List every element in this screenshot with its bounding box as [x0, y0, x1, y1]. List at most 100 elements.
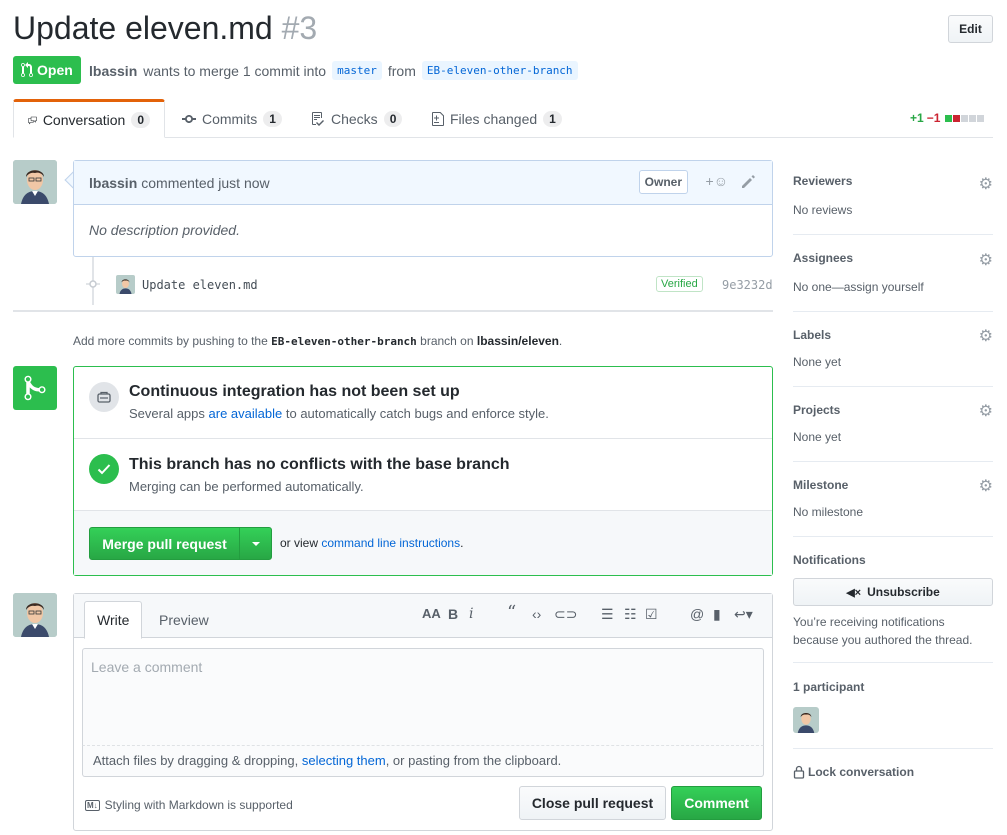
gear-icon[interactable]: ⚙ [979, 476, 993, 496]
apps-available-link[interactable]: are available [209, 406, 283, 421]
reply-icon[interactable]: ↩▾ [734, 606, 753, 623]
bold-icon[interactable]: B [448, 606, 458, 622]
select-files-link[interactable]: selecting them [302, 753, 386, 768]
tab-preview[interactable]: Preview [147, 601, 221, 639]
milestone-label: Milestone [793, 478, 849, 492]
push-hint-suffix: . [558, 334, 563, 348]
pr-meta: lbassin wants to merge 1 commit into mas… [89, 61, 578, 80]
conflict-section: This branch has no conflicts with the ba… [74, 439, 772, 511]
verified-badge[interactable]: Verified [656, 276, 703, 292]
sidebar-reviewers[interactable]: Reviewers ⚙ No reviews [793, 160, 993, 235]
italic-icon[interactable]: i [469, 606, 473, 622]
file-diff-icon [432, 111, 444, 126]
gear-icon[interactable]: ⚙ [979, 326, 993, 346]
text-size-icon[interactable]: AA [422, 606, 441, 621]
merge-text: wants to merge 1 commit into [143, 62, 327, 79]
tab-conversation[interactable]: Conversation 0 [13, 99, 165, 138]
base-branch[interactable]: master [332, 61, 382, 80]
participant-avatar[interactable] [793, 707, 819, 733]
mention-icon[interactable]: @ [690, 606, 704, 622]
lock-conversation-link[interactable]: Lock conversation [793, 765, 914, 779]
merge-options-dropdown[interactable] [240, 528, 271, 559]
gear-icon[interactable]: ⚙ [979, 250, 993, 270]
head-branch[interactable]: EB-eleven-other-branch [421, 61, 578, 80]
owner-badge: Owner [638, 170, 688, 194]
ci-icon [89, 382, 119, 412]
editor-tabs-bar: Write Preview AA B i “ ‹› ⊂⊃ ☰ ☷ ☑ @ ▮ ↩… [74, 594, 772, 639]
comment-author[interactable]: lbassin [89, 175, 137, 191]
edit-title-button[interactable]: Edit [948, 15, 993, 43]
diffstat: +1 −1 [910, 111, 985, 125]
sidebar-labels[interactable]: Labels ⚙ None yet [793, 312, 993, 387]
diffstat-bar [945, 114, 985, 122]
attach-files-hint[interactable]: Attach files by dragging & dropping, sel… [82, 746, 764, 777]
sidebar-assignees[interactable]: Assignees ⚙ No one—assign yourself [793, 235, 993, 312]
tab-files-changed[interactable]: Files changed 1 [418, 99, 576, 138]
unsubscribe-label: Unsubscribe [867, 585, 940, 599]
bullet-list-icon[interactable]: ☰ [601, 606, 614, 623]
gear-icon[interactable]: ⚙ [979, 401, 993, 421]
quote-icon[interactable]: “ [507, 602, 516, 623]
tab-commits[interactable]: Commits 1 [168, 99, 296, 138]
comment-header: lbassin commented just now Owner +☺ [74, 161, 772, 205]
push-hint-repo: lbassin/eleven [476, 334, 559, 348]
tab-checks-label: Checks [331, 110, 378, 127]
commit-author-avatar[interactable] [116, 275, 135, 294]
ci-sub-prefix: Several apps [129, 406, 205, 421]
ci-section: Continuous integration has not been set … [74, 367, 772, 439]
comment-button[interactable]: Comment [671, 786, 762, 820]
state-badge: Open [13, 56, 81, 84]
assignees-label: Assignees [793, 251, 854, 265]
assignees-value[interactable]: No one—assign yourself [793, 280, 924, 294]
tab-commits-label: Commits [202, 110, 258, 127]
close-pull-request-button[interactable]: Close pull request [519, 786, 666, 820]
mute-icon: ◀× [846, 586, 862, 599]
merge-button-group: Merge pull request [89, 527, 272, 560]
sidebar-milestone[interactable]: Milestone ⚙ No milestone [793, 462, 993, 537]
labels-label: Labels [793, 328, 832, 342]
milestone-value: No milestone [793, 505, 864, 519]
comment-action[interactable]: commented just now [141, 175, 269, 191]
diffstat-del-block [953, 114, 961, 122]
unsubscribe-button[interactable]: ◀× Unsubscribe [793, 578, 993, 606]
state-label: Open [37, 62, 73, 78]
edit-pencil-icon[interactable] [742, 174, 756, 188]
author-link[interactable]: lbassin [89, 63, 137, 79]
caret-down-icon [251, 541, 260, 546]
tab-write[interactable]: Write [84, 601, 143, 639]
tab-checks[interactable]: Checks 0 [297, 99, 416, 138]
sidebar-projects[interactable]: Projects ⚙ None yet [793, 387, 993, 462]
cli-hint: or view command line instructions. [280, 536, 463, 550]
command-line-link[interactable]: command line instructions [321, 536, 460, 550]
link-icon[interactable]: ⊂⊃ [554, 606, 577, 623]
commit-sha[interactable]: 9e3232d [722, 278, 773, 292]
task-list-icon[interactable]: ☑ [645, 606, 658, 623]
ci-sub-suffix: to automatically catch bugs and enforce … [285, 406, 549, 421]
projects-value: None yet [793, 430, 842, 444]
add-reaction-icon[interactable]: +☺ [706, 173, 728, 189]
pr-title-text: Update eleven.md [13, 10, 273, 46]
reviewers-label: Reviewers [793, 174, 853, 188]
merge-pull-request-button[interactable]: Merge pull request [90, 528, 240, 559]
avatar[interactable] [13, 160, 57, 204]
markdown-icon: M↓ [85, 799, 100, 811]
push-hint: Add more commits by pushing to the EB-el… [73, 334, 562, 348]
numbered-list-icon[interactable]: ☷ [624, 606, 637, 623]
current-user-avatar[interactable] [13, 593, 57, 637]
commit-message[interactable]: Update eleven.md [142, 278, 258, 292]
comment-discussion-icon [28, 116, 37, 124]
markdown-note[interactable]: M↓ Styling with Markdown is supported [85, 798, 293, 812]
comment-textarea[interactable]: Leave a comment [82, 648, 764, 746]
ci-subtitle: Several apps are available to automatica… [129, 406, 549, 421]
diffstat-add-block [945, 114, 953, 122]
bookmark-icon[interactable]: ▮ [713, 606, 721, 623]
cli-period: . [460, 536, 464, 550]
git-merge-icon [13, 366, 57, 410]
projects-label: Projects [793, 403, 841, 417]
conflict-subtitle: Merging can be performed automatically. [129, 479, 364, 494]
avatar-illustration [13, 593, 57, 637]
code-icon[interactable]: ‹› [532, 606, 541, 622]
ci-title: Continuous integration has not been set … [129, 383, 460, 400]
gear-icon[interactable]: ⚙ [979, 174, 993, 194]
diff-deletions: −1 [926, 111, 941, 125]
